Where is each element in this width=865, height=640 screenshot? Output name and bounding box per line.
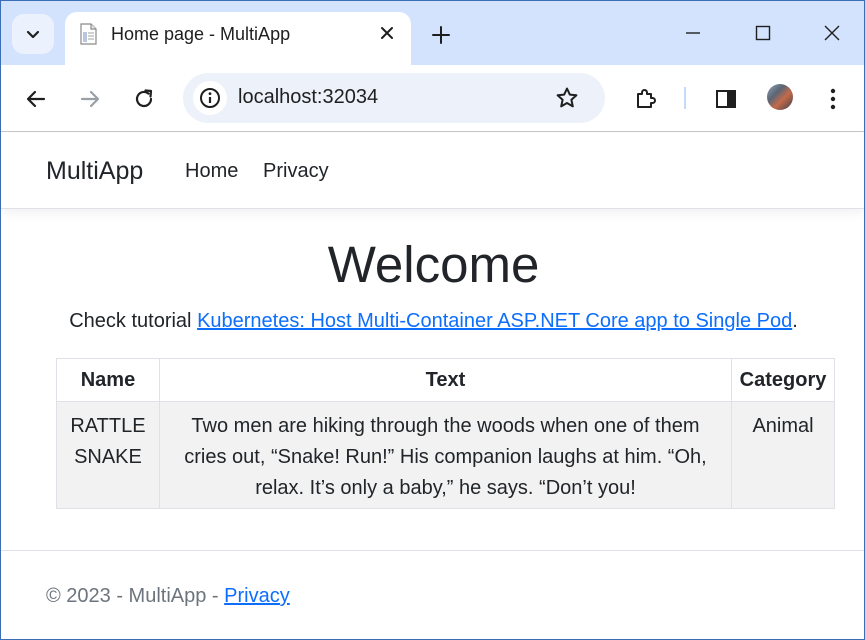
puzzle-icon [637,89,656,108]
close-icon [824,25,840,41]
chevron-down-icon [26,30,40,39]
info-icon [200,88,220,108]
extensions-button[interactable] [628,81,664,117]
document-icon [80,23,97,45]
tab-strip: Home page - MultiApp [1,1,864,65]
column-header-text: Text [158,358,733,402]
window-close-button[interactable] [812,15,852,51]
browser-menu-button[interactable] [815,81,851,117]
minimize-icon [686,32,700,34]
reload-button[interactable] [126,81,162,117]
cell-category: Animal [731,401,835,509]
side-panel-button[interactable] [708,81,744,117]
nav-link-home[interactable]: Home [185,160,238,183]
profile-avatar[interactable] [767,84,793,110]
tutorial-suffix: . [792,310,798,332]
footer: © 2023 - MultiApp - Privacy [46,585,290,608]
table-header-row: Name Text Category [56,358,835,402]
navbar-brand[interactable]: MultiApp [46,157,143,186]
address-bar[interactable]: localhost:32034 [183,73,605,123]
active-tab[interactable]: Home page - MultiApp [65,12,411,65]
footer-text: © 2023 - MultiApp - [46,585,225,607]
arrow-right-icon [80,90,100,108]
bookmark-button[interactable] [553,84,581,112]
browser-toolbar: localhost:32034 [1,65,864,132]
tutorial-line: Check tutorial Kubernetes: Host Multi-Co… [1,310,864,333]
star-icon [556,87,578,108]
site-navbar: MultiApp Home Privacy [1,133,864,209]
maximize-button[interactable] [743,15,783,51]
nav-link-privacy[interactable]: Privacy [263,160,329,183]
cell-text: Two men are hiking through the woods whe… [158,401,733,509]
browser-window: Home page - MultiApp localhost:32034 Mul… [0,0,865,640]
side-panel-icon [716,90,736,108]
close-icon [381,27,393,39]
table-row: RATTLE SNAKE Two men are hiking through … [56,401,835,509]
arrow-left-icon [26,90,46,108]
tab-title: Home page - MultiApp [111,24,291,44]
tutorial-prefix: Check tutorial [69,310,198,332]
back-button[interactable] [18,81,54,117]
jokes-table: Name Text Category RATTLE SNAKE Two men … [56,358,835,509]
footer-divider [1,550,864,551]
site-info-button[interactable] [193,81,227,115]
url-text: localhost:32034 [238,86,379,108]
page-title: Welcome [327,236,540,293]
toolbar-separator [684,87,686,109]
plus-icon [432,26,450,44]
footer-privacy-link[interactable]: Privacy [224,585,290,607]
kebab-menu-icon [830,88,836,110]
tab-search-button[interactable] [12,14,54,54]
column-header-name: Name [56,358,160,402]
forward-button[interactable] [72,81,108,117]
tutorial-link[interactable]: Kubernetes: Host Multi-Container ASP.NET… [197,310,792,332]
cell-name: RATTLE SNAKE [56,401,160,509]
tab-close-button[interactable] [375,21,399,45]
maximize-icon [755,25,771,41]
minimize-button[interactable] [673,15,713,51]
column-header-category: Category [731,358,835,402]
reload-icon [135,89,153,108]
new-tab-button[interactable] [425,19,457,51]
